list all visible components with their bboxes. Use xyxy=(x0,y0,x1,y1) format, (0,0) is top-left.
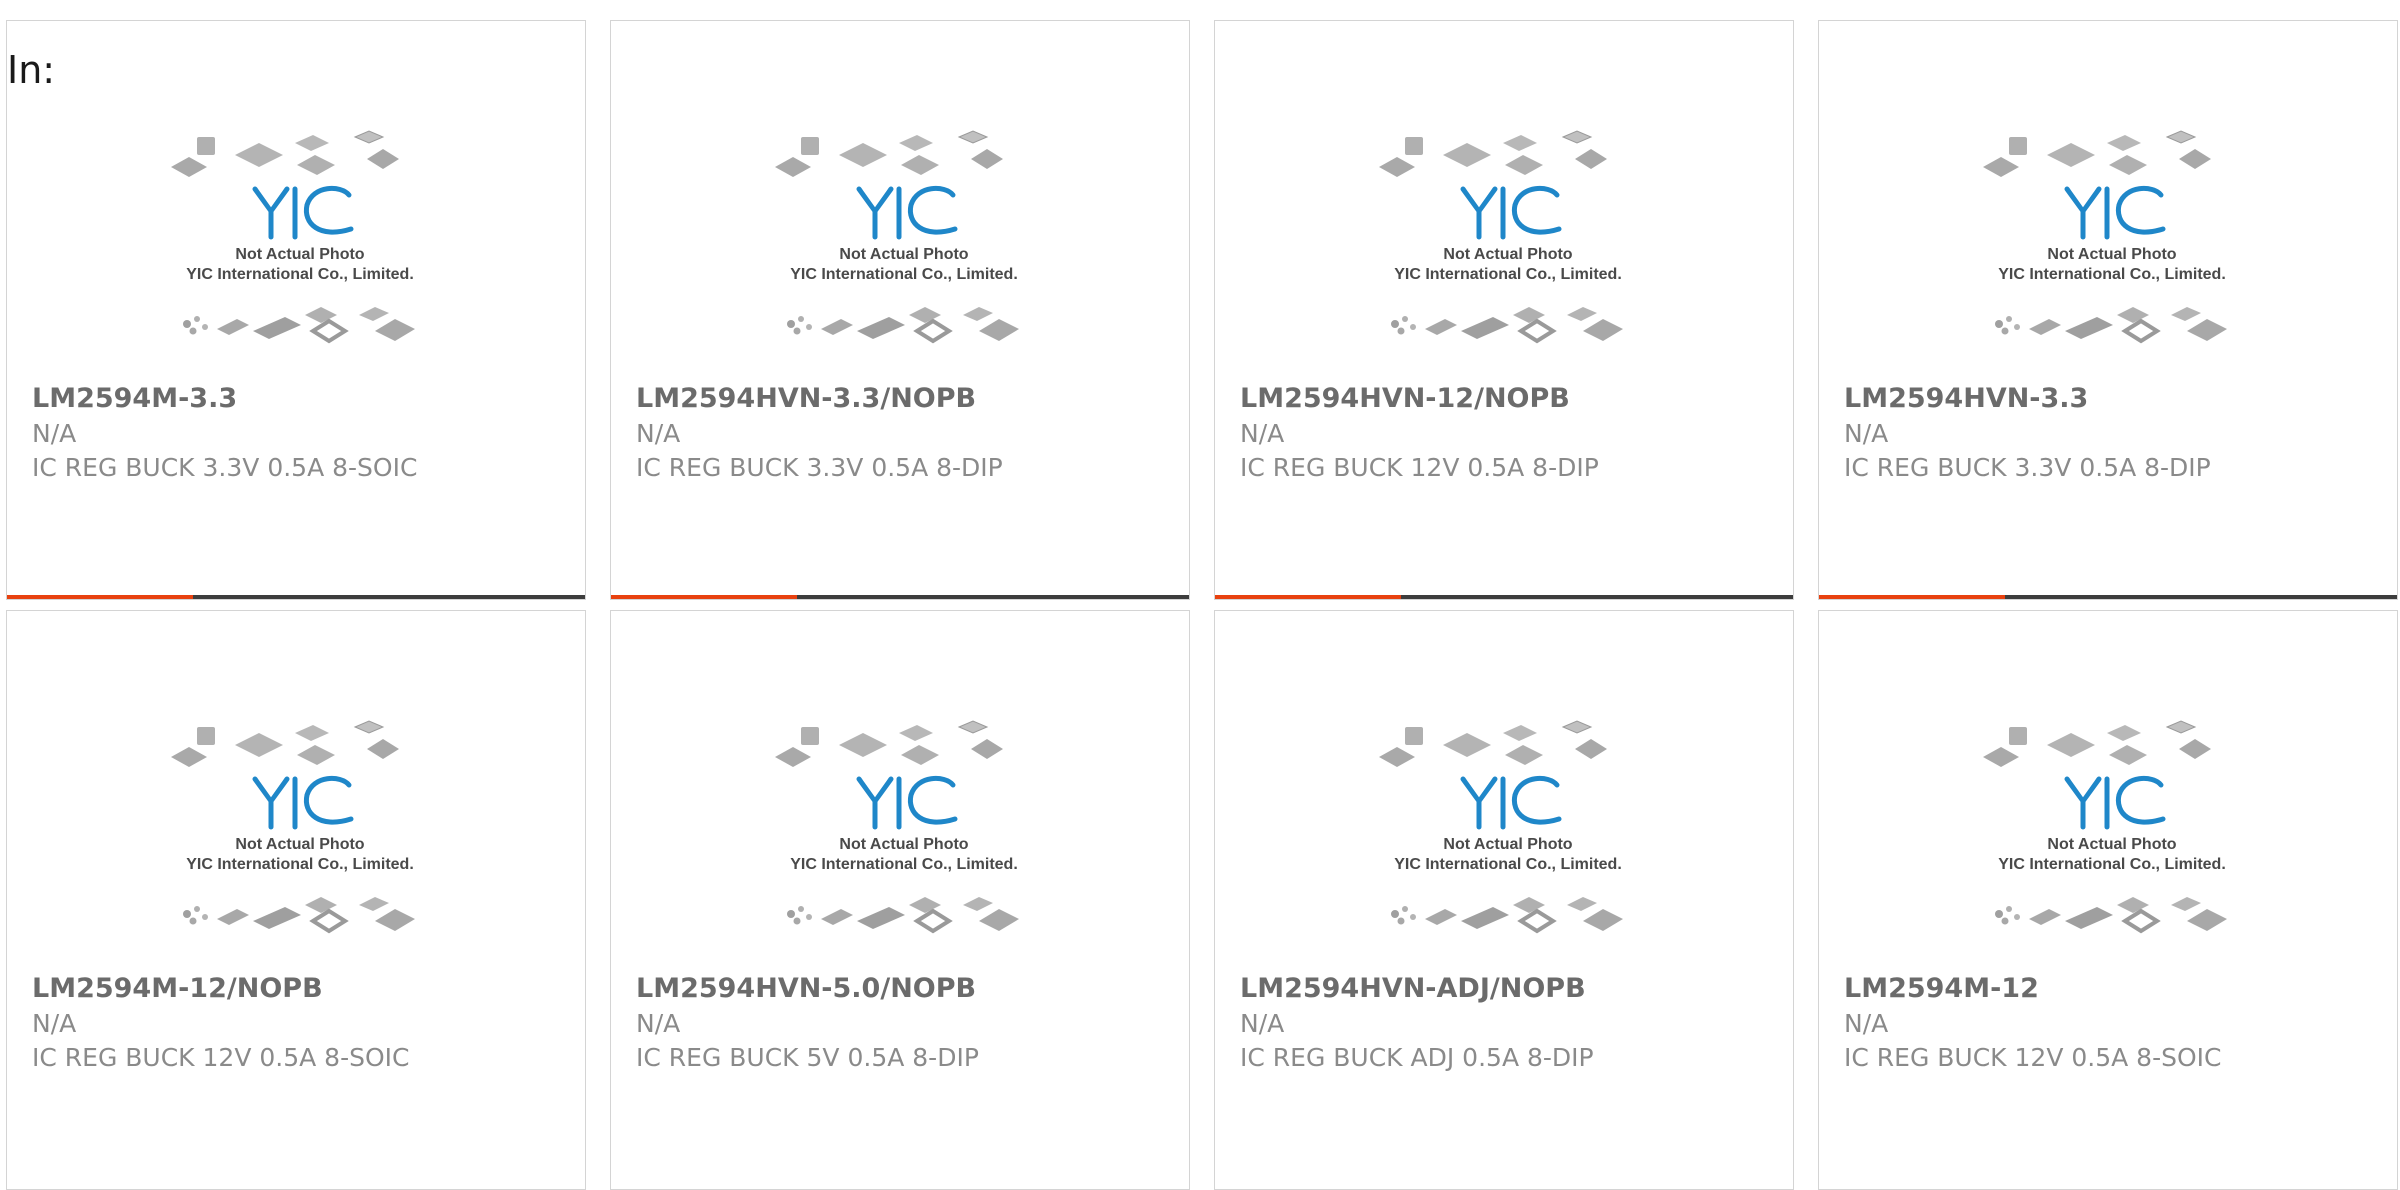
svg-text:YIC International Co., Limited: YIC International Co., Limited. xyxy=(1998,266,2226,283)
product-card[interactable]: Not Actual Photo YIC International Co., … xyxy=(610,20,1190,600)
card-accent-bar xyxy=(611,595,1189,599)
svg-text:YIC International Co., Limited: YIC International Co., Limited. xyxy=(1394,266,1622,283)
svg-text:YIC International Co., Limited: YIC International Co., Limited. xyxy=(790,266,1018,283)
product-placeholder-image: Not Actual Photo YIC International Co., … xyxy=(1982,130,2229,343)
product-name[interactable]: LM2594HVN-5.0/NOPB xyxy=(636,973,976,1004)
product-manufacturer: N/A xyxy=(32,1009,77,1038)
svg-text:Not Actual Photo: Not Actual Photo xyxy=(235,836,364,853)
product-card[interactable]: Not Actual Photo YIC International Co., … xyxy=(610,610,1190,1190)
product-placeholder-image: Not Actual Photo YIC International Co., … xyxy=(1378,130,1625,343)
product-name[interactable]: LM2594M-3.3 xyxy=(32,383,237,414)
product-name[interactable]: LM2594M-12/NOPB xyxy=(32,973,323,1004)
product-manufacturer: N/A xyxy=(1240,419,1285,448)
product-description: IC REG BUCK ADJ 0.5A 8-DIP xyxy=(1240,1043,1594,1072)
product-description: IC REG BUCK 3.3V 0.5A 8-DIP xyxy=(636,453,1003,482)
product-description: IC REG BUCK 3.3V 0.5A 8-SOIC xyxy=(32,453,418,482)
filter-label: In: xyxy=(7,48,56,92)
svg-text:Not Actual Photo: Not Actual Photo xyxy=(1443,246,1572,263)
product-placeholder-image: Not Actual Photo YIC International Co., … xyxy=(774,720,1021,933)
product-placeholder-image: Not Actual Photo YIC International Co., … xyxy=(1378,720,1625,933)
product-placeholder-image: Not Actual Photo YIC International Co., … xyxy=(1982,720,2229,933)
product-manufacturer: N/A xyxy=(636,1009,681,1038)
product-placeholder-image: Not Actual Photo YIC International Co., … xyxy=(170,130,417,343)
product-card[interactable]: Not Actual Photo YIC International Co., … xyxy=(1214,20,1794,600)
product-grid: Not Actual Photo YIC International Co., … xyxy=(0,0,2400,1190)
product-description: IC REG BUCK 12V 0.5A 8-SOIC xyxy=(1844,1043,2222,1072)
product-name[interactable]: LM2594HVN-3.3 xyxy=(1844,383,2088,414)
svg-text:Not Actual Photo: Not Actual Photo xyxy=(839,836,968,853)
product-manufacturer: N/A xyxy=(1240,1009,1285,1038)
product-card[interactable]: Not Actual Photo YIC International Co., … xyxy=(1818,610,2398,1190)
product-placeholder-image: Not Actual Photo YIC International Co., … xyxy=(170,720,417,933)
product-description: IC REG BUCK 5V 0.5A 8-DIP xyxy=(636,1043,979,1072)
product-card[interactable]: Not Actual Photo YIC International Co., … xyxy=(1818,20,2398,600)
product-manufacturer: N/A xyxy=(32,419,77,448)
svg-text:Not Actual Photo: Not Actual Photo xyxy=(1443,836,1572,853)
card-accent-bar xyxy=(7,595,585,599)
product-card[interactable]: Not Actual Photo YIC International Co., … xyxy=(6,20,586,600)
product-name[interactable]: LM2594M-12 xyxy=(1844,973,2039,1004)
card-accent-bar xyxy=(1819,595,2397,599)
svg-text:YIC International Co., Limited: YIC International Co., Limited. xyxy=(790,856,1018,873)
svg-text:YIC International Co., Limited: YIC International Co., Limited. xyxy=(1998,856,2226,873)
product-name[interactable]: LM2594HVN-3.3/NOPB xyxy=(636,383,976,414)
svg-text:YIC International Co., Limited: YIC International Co., Limited. xyxy=(186,266,414,283)
svg-text:YIC International Co., Limited: YIC International Co., Limited. xyxy=(1394,856,1622,873)
product-card[interactable]: Not Actual Photo YIC International Co., … xyxy=(6,610,586,1190)
product-name[interactable]: LM2594HVN-ADJ/NOPB xyxy=(1240,973,1586,1004)
product-manufacturer: N/A xyxy=(636,419,681,448)
product-name[interactable]: LM2594HVN-12/NOPB xyxy=(1240,383,1570,414)
product-description: IC REG BUCK 3.3V 0.5A 8-DIP xyxy=(1844,453,2211,482)
product-card[interactable]: Not Actual Photo YIC International Co., … xyxy=(1214,610,1794,1190)
svg-text:Not Actual Photo: Not Actual Photo xyxy=(235,246,364,263)
product-description: IC REG BUCK 12V 0.5A 8-SOIC xyxy=(32,1043,410,1072)
svg-text:Not Actual Photo: Not Actual Photo xyxy=(839,246,968,263)
product-description: IC REG BUCK 12V 0.5A 8-DIP xyxy=(1240,453,1599,482)
svg-text:YIC International Co., Limited: YIC International Co., Limited. xyxy=(186,856,414,873)
card-accent-bar xyxy=(1215,595,1793,599)
svg-text:Not Actual Photo: Not Actual Photo xyxy=(2047,836,2176,853)
product-manufacturer: N/A xyxy=(1844,419,1889,448)
product-placeholder-image: Not Actual Photo YIC International Co., … xyxy=(774,130,1021,343)
product-manufacturer: N/A xyxy=(1844,1009,1889,1038)
svg-text:Not Actual Photo: Not Actual Photo xyxy=(2047,246,2176,263)
